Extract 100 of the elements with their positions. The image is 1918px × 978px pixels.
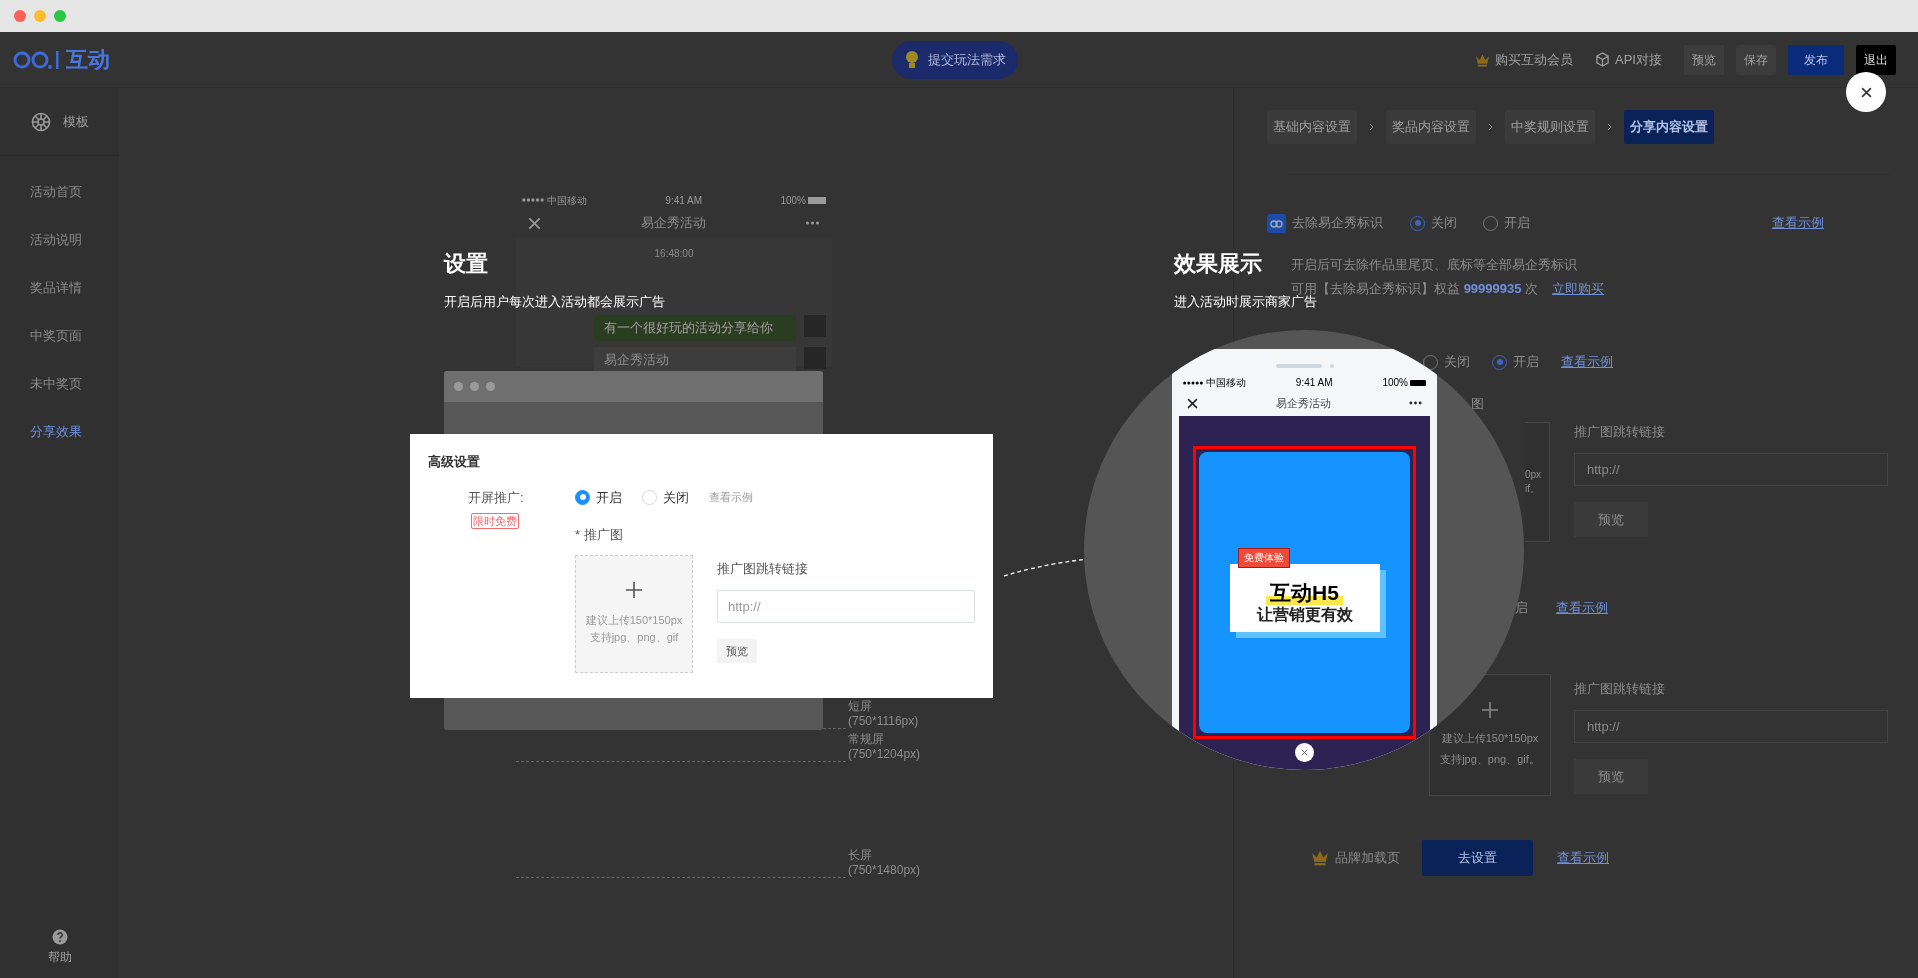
preview-button[interactable]: 预览 xyxy=(717,639,757,663)
logo-text: 互动 xyxy=(66,46,110,74)
screen-size-label: 长屏 (750*1480px) xyxy=(848,848,921,878)
upload-box[interactable]: 建议上传150*150px 支持jpg、png、gif xyxy=(575,554,693,673)
radio-label: 开启 xyxy=(1504,214,1530,233)
step-tab[interactable]: 奖品内容设置 xyxy=(1386,110,1476,144)
step-tab[interactable]: 中奖规则设置 xyxy=(1505,110,1595,144)
logo-icon xyxy=(12,48,62,71)
header-button[interactable]: 退出 xyxy=(1856,44,1896,75)
ad-subtitle: 让营销更有效 xyxy=(1256,604,1353,625)
brand-loading-label: 品牌加载页 xyxy=(1335,848,1400,867)
feature-description: 开启后可去除作品里尾页、底标等全部易企秀标识 xyxy=(1291,256,1578,274)
radio-button[interactable] xyxy=(1492,354,1507,370)
more-icon[interactable] xyxy=(1409,401,1422,405)
radio-label: 关闭 xyxy=(663,488,689,507)
free-tag: 限时免费 xyxy=(471,513,519,529)
carrier-label: 中国移动 xyxy=(1206,376,1246,390)
screen-size-label: 短屏 (750*1116px) xyxy=(848,699,919,729)
logo-badge-icon xyxy=(1267,213,1286,233)
example-link[interactable]: 查看示例 xyxy=(1561,352,1613,372)
close-window-icon[interactable] xyxy=(14,10,26,22)
clock-label: 9:41 AM xyxy=(1295,376,1333,390)
dialog-title: 高级设置 xyxy=(428,453,481,471)
upload-box[interactable]: 0px if。 xyxy=(1525,421,1550,542)
battery-label: 100% xyxy=(780,193,806,208)
field-label: 开屏推广: xyxy=(468,488,524,507)
buy-link[interactable]: 立即购买 xyxy=(1552,278,1605,298)
plus-icon xyxy=(626,581,642,598)
header-button[interactable]: 保存 xyxy=(1736,44,1776,75)
header-button[interactable]: 发布 xyxy=(1788,44,1844,75)
url-field[interactable]: http:// xyxy=(1574,710,1888,743)
chevron-icon xyxy=(1369,123,1374,131)
crown-icon xyxy=(1475,52,1491,67)
sidebar-item[interactable]: 中奖页面 xyxy=(0,312,119,360)
upload-hint: 建议上传150*150px xyxy=(585,612,683,628)
clock-label: 9:41 AM xyxy=(665,193,703,208)
radio-button[interactable] xyxy=(1483,215,1498,231)
radio-button[interactable] xyxy=(1423,354,1438,370)
speaker-icon xyxy=(1275,364,1322,368)
link-card: 易企秀活动 xyxy=(594,346,796,372)
help-label[interactable]: 帮助 xyxy=(47,948,72,966)
battery-label: 100% xyxy=(1382,376,1408,390)
template-icon xyxy=(30,111,51,132)
sidebar-heading[interactable]: 模板 xyxy=(62,111,89,132)
ad-tag: 免费体验 xyxy=(1237,547,1290,568)
chat-bubble: 有一个很好玩的活动分享给你 xyxy=(594,315,796,341)
upload-hint-fragment: 0px xyxy=(1525,467,1543,482)
example-link[interactable]: 查看示例 xyxy=(1772,213,1824,233)
step-tab[interactable]: 基础内容设置 xyxy=(1267,110,1357,144)
preview-button[interactable]: 预览 xyxy=(1574,759,1648,794)
go-setup-button[interactable]: 去设置 xyxy=(1422,839,1533,876)
header-link[interactable]: API对接 xyxy=(1615,49,1662,70)
page-title: 易企秀活动 xyxy=(1276,395,1331,411)
example-link[interactable]: 查看示例 xyxy=(1556,597,1608,618)
url-field[interactable]: http:// xyxy=(1574,453,1888,486)
field-label: * 推广图 xyxy=(575,526,624,544)
sidebar-item[interactable]: 未中奖页 xyxy=(0,360,119,408)
close-button[interactable] xyxy=(1846,72,1886,112)
upload-hint: 支持jpg、png、gif xyxy=(589,629,679,645)
close-icon[interactable] xyxy=(1860,86,1872,98)
signal-icon xyxy=(522,198,544,202)
guide-description: 开启后用户每次进入活动都会展示广告 xyxy=(444,293,665,311)
radio-button[interactable] xyxy=(575,489,590,505)
close-button[interactable] xyxy=(1295,743,1314,762)
radio-button[interactable] xyxy=(1410,215,1425,231)
battery-icon xyxy=(808,196,826,204)
sidebar-item[interactable]: 分享效果 xyxy=(0,408,119,456)
submit-request-button[interactable]: 提交玩法需求 xyxy=(892,40,1018,79)
upload-hint: 建议上传150*150px xyxy=(1441,731,1539,746)
step-tab[interactable]: 分享内容设置 xyxy=(1624,110,1714,144)
battery-icon xyxy=(1410,379,1426,386)
close-icon[interactable] xyxy=(1187,397,1198,409)
carrier-label: 中国移动 xyxy=(547,193,587,208)
example-link[interactable]: 查看示例 xyxy=(1557,847,1609,868)
page-title: 易企秀活动 xyxy=(640,214,706,233)
radio-label: 开启 xyxy=(596,488,622,507)
field-label-fragment: 图 xyxy=(1471,395,1485,413)
header-link[interactable]: 购买互动会员 xyxy=(1495,49,1574,70)
upload-hint-fragment: if。 xyxy=(1525,481,1541,496)
radio-label: 开启 xyxy=(1513,353,1539,372)
sidebar-item[interactable]: 活动首页 xyxy=(0,168,119,216)
example-link[interactable]: 查看示例 xyxy=(709,489,753,506)
quota-text: 可用【去除易企秀标识】权益 99999935 次 xyxy=(1291,279,1539,296)
radio-label-fragment: 启 xyxy=(1515,598,1528,617)
radio-label: 关闭 xyxy=(1444,353,1470,372)
field-label: 推广图跳转链接 xyxy=(717,559,809,578)
header-button[interactable]: 预览 xyxy=(1684,44,1724,75)
radio-label: 关闭 xyxy=(1431,214,1457,233)
guide-title: 效果展示 xyxy=(1174,250,1262,278)
field-label: 推广图跳转链接 xyxy=(1574,422,1666,441)
preview-button[interactable]: 预览 xyxy=(1574,502,1648,537)
guide-description: 进入活动时展示商家广告 xyxy=(1174,294,1317,311)
crown-icon xyxy=(1311,849,1329,866)
help-icon[interactable] xyxy=(51,929,68,945)
signal-icon xyxy=(1183,380,1203,385)
chevron-icon xyxy=(1488,123,1493,131)
option-label: 去除易企秀标识 xyxy=(1292,214,1384,233)
cube-icon xyxy=(1595,52,1611,67)
sidebar-item[interactable]: 活动说明 xyxy=(0,216,119,264)
sidebar-item[interactable]: 奖品详情 xyxy=(0,264,119,312)
